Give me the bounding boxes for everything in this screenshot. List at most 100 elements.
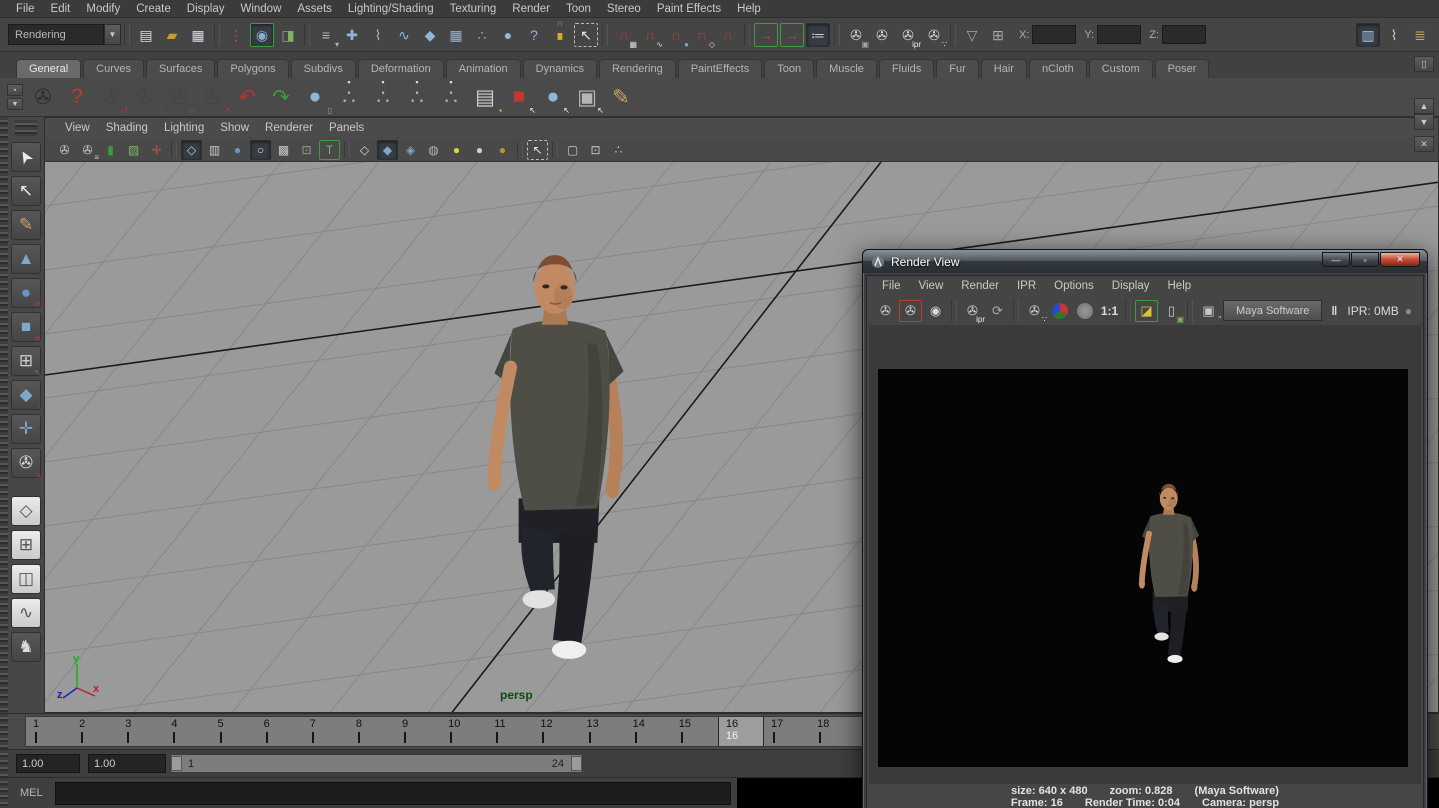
timeline-frame[interactable]: 12 xyxy=(533,717,579,746)
menu-set-value[interactable]: Rendering xyxy=(8,24,104,45)
rv-keep-image-icon[interactable]: ▯▣ xyxy=(1160,300,1183,322)
viewport-menu-show[interactable]: Show xyxy=(212,121,257,135)
playback-start-field[interactable] xyxy=(88,754,166,773)
vp-plugin-shapes-icon[interactable]: ∴ xyxy=(608,140,629,160)
timeline-frame[interactable]: 11 xyxy=(487,717,533,746)
shelf-tab-curves[interactable]: Curves xyxy=(83,59,144,78)
shelf-cluster-pair-icon[interactable]: ∴▪ xyxy=(401,81,433,113)
rv-menu-display[interactable]: Display xyxy=(1103,279,1159,293)
vp-grid-icon[interactable]: ◇ xyxy=(181,140,202,160)
menu-edit[interactable]: Edit xyxy=(43,2,79,16)
open-scene-icon[interactable]: ▰ xyxy=(160,23,184,47)
menu-texturing[interactable]: Texturing xyxy=(442,2,505,16)
rv-menu-ipr[interactable]: IPR xyxy=(1008,279,1045,293)
absolute-transform-icon[interactable]: ⊞ xyxy=(986,23,1010,47)
vp-safe-title-icon[interactable]: T xyxy=(319,140,340,160)
x-coordinate-field[interactable] xyxy=(1032,25,1076,44)
shelf-tab-animation[interactable]: Animation xyxy=(446,59,521,78)
timeline-frame[interactable]: 9 xyxy=(395,717,441,746)
render-view-image-area[interactable] xyxy=(869,326,1421,784)
vp-light-gold-icon[interactable]: ● xyxy=(492,140,513,160)
select-miscellaneous-icon[interactable]: ? xyxy=(522,23,546,47)
vp-light-default-icon[interactable]: ● xyxy=(469,140,490,160)
animation-start-field[interactable] xyxy=(16,754,80,773)
snap-to-grids-icon[interactable]: ∩▦ xyxy=(612,23,636,47)
select-dynamics-icon[interactable]: ∴ xyxy=(470,23,494,47)
vp-select-camera-icon[interactable]: ✇ xyxy=(54,140,75,160)
shelf-tab-subdivs[interactable]: Subdivs xyxy=(291,59,356,78)
timeline-frame[interactable]: 2 xyxy=(72,717,118,746)
shelf-tab-dynamics[interactable]: Dynamics xyxy=(523,59,597,78)
vp-safe-action-icon[interactable]: ⊡ xyxy=(296,140,317,160)
shelf-tab-toon[interactable]: Toon xyxy=(764,59,814,78)
menu-set-selector[interactable]: Rendering ▼ xyxy=(8,24,121,45)
vp-smooth-shade-icon[interactable]: ◆ xyxy=(377,140,398,160)
vp-camera-attributes-icon[interactable]: ✇≡ xyxy=(77,140,98,160)
shelf-cluster-single-icon[interactable]: ∴▪ xyxy=(435,81,467,113)
select-component-mode-icon[interactable]: ◨ xyxy=(276,23,300,47)
shelf-select-object-icon[interactable]: ■↖ xyxy=(503,81,535,113)
select-surfaces-icon[interactable]: ◆ xyxy=(418,23,442,47)
select-rendering-icon[interactable]: ● xyxy=(496,23,520,47)
snap-to-curves-icon[interactable]: ∩∿ xyxy=(638,23,662,47)
panel-grip[interactable] xyxy=(0,117,8,713)
menu-display[interactable]: Display xyxy=(179,2,233,16)
render-current-frame-icon[interactable]: ✇ xyxy=(870,23,894,47)
paint-select-tool[interactable]: ✎ xyxy=(11,210,41,240)
shelf-tab-custom[interactable]: Custom xyxy=(1089,59,1153,78)
viewport-menu-shading[interactable]: Shading xyxy=(98,121,156,135)
close-button[interactable]: ✕ xyxy=(1380,252,1420,267)
select-tool[interactable]: ➤ xyxy=(11,142,41,172)
mel-label[interactable]: MEL xyxy=(20,787,43,799)
shelf-menu-icon[interactable]: ▼ xyxy=(7,98,23,110)
timeline-frame[interactable]: 17 xyxy=(764,717,810,746)
range-slider-grip[interactable] xyxy=(0,750,8,777)
open-render-view-icon[interactable]: ✇▣ xyxy=(844,23,868,47)
menu-create[interactable]: Create xyxy=(128,2,179,16)
menu-render[interactable]: Render xyxy=(504,2,558,16)
timeline-frame[interactable]: 4 xyxy=(164,717,210,746)
time-slider-grip[interactable] xyxy=(0,714,8,749)
rv-display-real-size-icon[interactable]: ◪ xyxy=(1135,300,1158,322)
snap-to-projected-center-icon[interactable]: ∩◇ xyxy=(690,23,714,47)
layout-persp-graph[interactable]: ∿ xyxy=(11,598,41,628)
new-scene-icon[interactable]: ▤ xyxy=(134,23,158,47)
menu-paint-effects[interactable]: Paint Effects xyxy=(649,2,729,16)
shelf-tab-painteffects[interactable]: PaintEffects xyxy=(678,59,763,78)
current-frame-indicator[interactable]: 1616 xyxy=(718,717,764,746)
vp-isolate-select-icon[interactable]: ↖ xyxy=(527,140,548,160)
chevron-down-icon[interactable]: ▼ xyxy=(104,24,121,45)
viewport-menu-renderer[interactable]: Renderer xyxy=(257,121,321,135)
highlight-selection-icon[interactable]: ↖ xyxy=(574,23,598,47)
timeline-frame[interactable]: 6 xyxy=(257,717,303,746)
tool-settings-toggle-icon[interactable]: ⌇ xyxy=(1382,23,1406,47)
shelf-camera-track-icon[interactable]: ✇↕ xyxy=(129,81,161,113)
vp-light-yellow-icon[interactable]: ● xyxy=(446,140,467,160)
range-end-handle[interactable] xyxy=(571,756,582,771)
layout-outliner-persp[interactable]: ◫ xyxy=(11,564,41,594)
renderer-select-dropdown[interactable]: Maya Software xyxy=(1223,300,1322,321)
show-manipulator-tool[interactable]: ✛ xyxy=(11,414,41,444)
playback-range-bar[interactable]: 1 24 xyxy=(170,754,583,773)
vp-textured-icon[interactable]: ◈ xyxy=(400,140,421,160)
timeline-frame[interactable]: 1 xyxy=(26,717,72,746)
shelf-scroll-up-icon[interactable]: ▲ xyxy=(1414,98,1434,114)
timeline-frame[interactable]: 7 xyxy=(303,717,349,746)
rv-stop-ipr-icon[interactable]: ● xyxy=(1402,304,1415,318)
timeline-frame[interactable]: 15 xyxy=(672,717,718,746)
menu-file[interactable]: File xyxy=(8,2,43,16)
channel-box-toggle-icon[interactable]: ≣ xyxy=(1408,23,1432,47)
menu-stereo[interactable]: Stereo xyxy=(599,2,649,16)
layout-single-pane[interactable]: ◇ xyxy=(11,496,41,526)
layout-four-pane[interactable]: ⊞ xyxy=(11,530,41,560)
timeline-frame[interactable]: 3 xyxy=(118,717,164,746)
menu-window[interactable]: Window xyxy=(232,2,289,16)
vp-xray-joints-icon[interactable]: ⊡ xyxy=(585,140,606,160)
shelf-help-icon[interactable]: ? xyxy=(61,81,93,113)
select-handles-icon[interactable]: ✚ xyxy=(340,23,364,47)
shelf-cluster-icon[interactable]: ∴▪ xyxy=(333,81,365,113)
shelf-camera-dolly-icon[interactable]: ✇↙ xyxy=(163,81,195,113)
shelf-camera-orbit-icon[interactable]: ✇↺ xyxy=(95,81,127,113)
snap-to-points-icon[interactable]: ∩● xyxy=(664,23,688,47)
save-scene-icon[interactable]: ▦ xyxy=(186,23,210,47)
